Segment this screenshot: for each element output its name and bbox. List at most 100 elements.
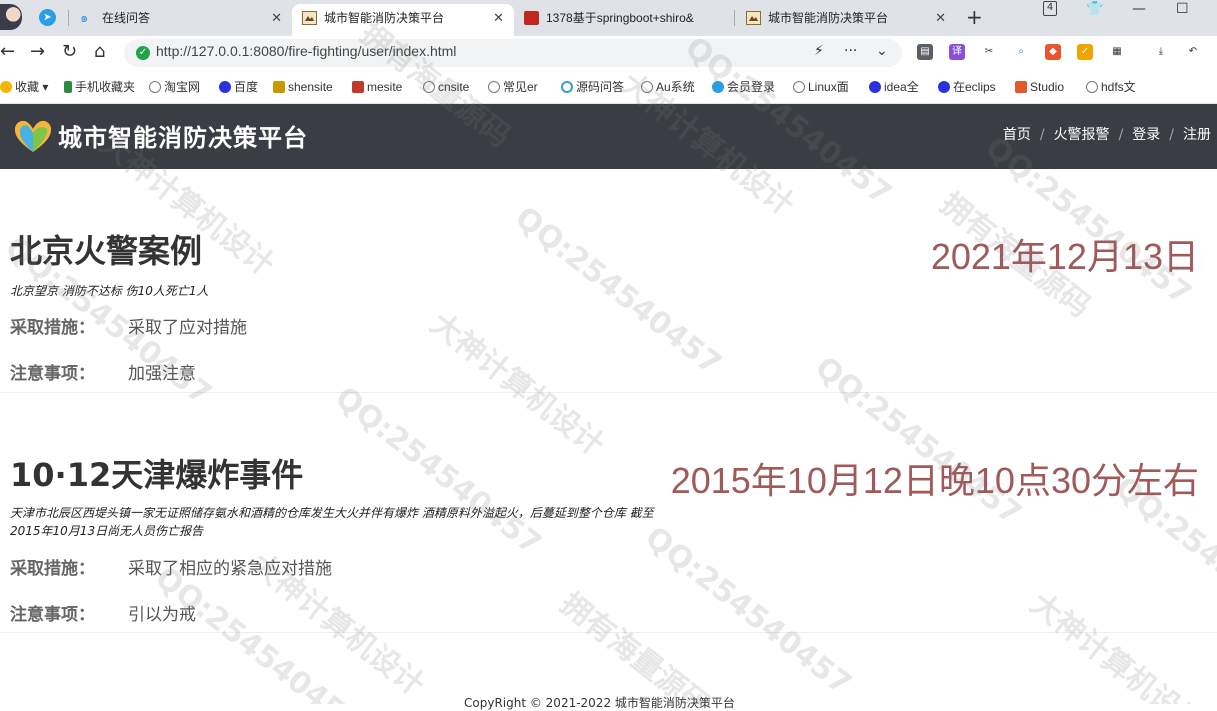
logo-heart-icon[interactable] — [12, 116, 54, 156]
tab-online-qa[interactable]: ๑ 在线问答 ✕ — [70, 4, 292, 36]
menu-separator: / — [1039, 127, 1045, 143]
tab-label: 城市智能消防决策平台 — [768, 11, 889, 25]
star-icon — [0, 81, 12, 93]
case-title[interactable]: 北京火警案例 — [10, 226, 202, 272]
bookmark-item[interactable]: hdfs文 — [1086, 79, 1136, 95]
case-description: 北京望京 消防不达标 伤10人死亡1人 — [10, 284, 209, 298]
bookmark-item[interactable]: mesite — [352, 79, 402, 95]
site-brand-title[interactable]: 城市智能消防决策平台 — [58, 118, 308, 153]
case-title[interactable]: 10·12天津爆炸事件 — [10, 450, 303, 496]
watermark-text: 拥有海量源码 — [553, 586, 717, 704]
site-header: 城市智能消防决策平台 首页 / 火警报警 / 登录 / 注册 — [0, 104, 1217, 169]
search-icon[interactable]: ⌕ — [1013, 44, 1029, 60]
measures-label: 采取措施： — [10, 559, 95, 579]
nav-register-link[interactable]: 注册 — [1183, 124, 1211, 144]
project-favicon-icon — [524, 11, 539, 25]
telegram-icon[interactable]: ➤ — [39, 9, 56, 26]
nav-home-link[interactable]: 首页 — [1003, 124, 1031, 144]
tab-springboot-project[interactable]: 1378基于springboot+shiro& — [514, 4, 734, 36]
reader-icon[interactable]: ▤ — [917, 44, 933, 60]
case-divider — [0, 392, 1217, 393]
watermark-text: 大神计算机设计 — [1023, 586, 1211, 704]
download-icon[interactable]: ⤓ — [1153, 44, 1169, 60]
forward-arrow-icon[interactable]: → — [30, 41, 45, 63]
bookmark-item[interactable]: shensite — [273, 79, 333, 95]
lightning-icon[interactable]: ⚡ — [814, 43, 824, 59]
new-tab-button[interactable]: + — [966, 4, 983, 30]
translate-icon[interactable]: 译 — [949, 44, 965, 60]
tab-count-badge[interactable]: 4 — [1043, 1, 1057, 16]
bookmark-item[interactable]: 手机收藏夹 — [64, 79, 135, 95]
bookmark-item[interactable]: 在eclips — [938, 79, 996, 95]
tab-label: 1378基于springboot+shiro& — [546, 11, 694, 25]
nav-login-link[interactable]: 登录 — [1132, 124, 1160, 144]
shield-icon[interactable]: ✓ — [1077, 44, 1093, 60]
nav-fire-alarm-link[interactable]: 火警报警 — [1054, 124, 1110, 144]
site-favicon-icon — [746, 11, 761, 25]
bookmark-item[interactable]: Studio — [1015, 79, 1064, 95]
chevron-down-icon[interactable]: ⌄ — [876, 43, 888, 59]
measures-label: 采取措施： — [10, 318, 95, 338]
grid-icon — [273, 81, 285, 93]
bookmark-item[interactable]: 常见er — [488, 79, 538, 95]
case-notes-row: 注意事项： 加强注意 — [10, 359, 196, 384]
case-divider — [0, 632, 1217, 633]
bookmark-item[interactable]: 淘宝网 — [149, 79, 200, 95]
baidu-icon — [938, 81, 950, 93]
tab-label: 城市智能消防决策平台 — [324, 11, 445, 25]
case-date: 2015年10月12日晚10点30分左右 — [670, 460, 1199, 501]
back-arrow-icon[interactable]: ← — [0, 41, 15, 63]
apps-grid-icon[interactable]: ▦ — [1109, 44, 1125, 60]
game-icon[interactable]: ◆ — [1045, 44, 1061, 60]
minimize-button[interactable]: — — [1132, 0, 1146, 18]
bookmarks-bar: 收藏 ▾ 手机收藏夹 淘宝网 百度 shensite mesite cnsite… — [0, 70, 1217, 104]
globe-icon — [1086, 81, 1098, 93]
case-measures-row: 采取措施： 采取了应对措施 — [10, 313, 247, 338]
more-dots-icon[interactable]: ··· — [844, 43, 857, 59]
address-bar[interactable]: ✓ http://127.0.0.1:8080/fire-fighting/us… — [124, 39, 902, 67]
swirl-icon — [561, 81, 573, 93]
tab-fire-platform-active[interactable]: 城市智能消防决策平台 ✕ — [292, 4, 514, 36]
case-date: 2021年12月13日 — [930, 236, 1199, 277]
undo-icon[interactable]: ↶ — [1185, 44, 1201, 60]
scissors-icon[interactable]: ✂ — [981, 44, 997, 60]
notes-label: 注意事项： — [10, 605, 95, 625]
address-text[interactable]: http://127.0.0.1:8080/fire-fighting/user… — [156, 43, 456, 59]
reload-icon[interactable]: ↻ — [62, 41, 77, 63]
secure-shield-icon: ✓ — [136, 46, 150, 60]
menu-separator: / — [1118, 127, 1124, 143]
watermark-text: QQ:254540457 — [808, 350, 1028, 533]
baidu-icon — [219, 81, 231, 93]
bookmark-item[interactable]: Au系统 — [641, 79, 695, 95]
menu-separator: / — [1169, 127, 1174, 143]
bookmark-item[interactable]: 会员登录 — [712, 79, 775, 95]
measures-value: 采取了相应的紧急应对措施 — [128, 559, 332, 579]
close-tab-icon[interactable]: ✕ — [493, 4, 504, 32]
globe-icon — [149, 81, 161, 93]
close-tab-icon[interactable]: ✕ — [935, 4, 946, 32]
bookmark-item[interactable]: Linux面 — [793, 79, 849, 95]
close-tab-icon[interactable]: ✕ — [271, 4, 282, 32]
tab-separator — [68, 10, 69, 26]
globe-icon — [641, 81, 653, 93]
maximize-button[interactable]: ☐ — [1176, 0, 1189, 18]
browser-nav-bar: ← → ↻ ⌂ ✓ http://127.0.0.1:8080/fire-fig… — [0, 36, 1217, 70]
bookmark-item[interactable]: cnsite — [423, 79, 469, 95]
swirl-icon: ๑ — [80, 10, 89, 25]
bookmark-item[interactable]: 收藏 ▾ — [0, 79, 48, 95]
case-measures-row: 采取措施： 采取了相应的紧急应对措施 — [10, 554, 332, 579]
notes-label: 注意事项： — [10, 364, 95, 384]
profile-avatar[interactable] — [0, 4, 22, 30]
globe-icon — [488, 81, 500, 93]
page-footer: CopyRight © 2021-2022 城市智能消防决策平台 — [464, 696, 735, 710]
bookmark-item[interactable]: idea全 — [869, 79, 919, 95]
browser-tab-bar: ➤ ๑ 在线问答 ✕ 城市智能消防决策平台 ✕ 1378基于springboot… — [0, 0, 1217, 36]
shirt-skin-icon[interactable]: 👕 — [1086, 0, 1103, 18]
bookmark-item[interactable]: 源码问答 — [561, 79, 624, 95]
site-favicon-icon — [302, 11, 317, 25]
tab-fire-platform-2[interactable]: 城市智能消防决策平台 ✕ — [736, 4, 956, 36]
watermark-text: 大神计算机设计 — [423, 306, 611, 464]
notes-value: 引以为戒 — [128, 605, 196, 625]
home-icon[interactable]: ⌂ — [94, 41, 105, 63]
bookmark-item[interactable]: 百度 — [219, 79, 258, 95]
